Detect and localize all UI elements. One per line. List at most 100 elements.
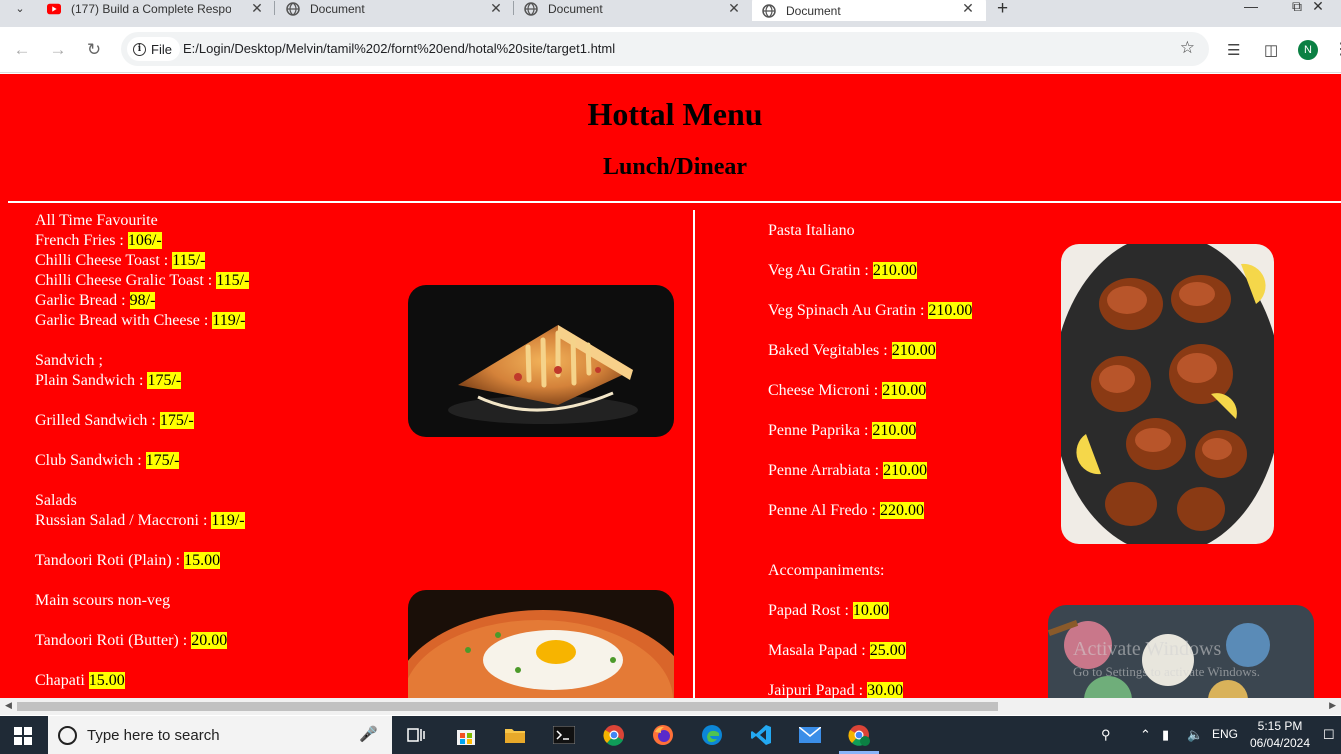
menu-item-label: Baked Vegitables :	[768, 342, 892, 359]
right-menu-item: Papad Rost : 10.00	[768, 601, 889, 621]
activate-windows-subtext: Go to Settings to activate Windows.	[1073, 664, 1260, 679]
menu-item-label: Tandoori Roti (Butter) :	[35, 632, 192, 649]
menu-item-label: Russian Salad / Maccroni :	[35, 512, 212, 529]
site-info-chip[interactable]: i File	[127, 37, 180, 61]
close-tab-icon[interactable]: ✕	[960, 0, 976, 17]
menu-item-label: Salads	[35, 492, 77, 509]
scroll-right-icon[interactable]: ▶	[1329, 700, 1336, 711]
right-menu-item: Accompaniments:	[768, 561, 884, 581]
menu-item-price: 210.00	[883, 462, 928, 479]
tab-title: Document	[310, 1, 365, 16]
new-tab-icon[interactable]: +	[997, 0, 1008, 20]
reload-icon[interactable]: ↻	[83, 39, 105, 61]
menu-item-label: Pasta Italiano	[768, 222, 855, 239]
people-icon[interactable]: ⚲	[1101, 727, 1111, 743]
bookmark-star-icon[interactable]: ☆	[1180, 38, 1195, 58]
profile-avatar[interactable]: N	[1298, 40, 1318, 60]
menu-item-label: All Time Favourite	[35, 212, 158, 229]
menu-item-price: 175/-	[147, 372, 182, 389]
side-panel-icon[interactable]: ◫	[1264, 41, 1278, 59]
battery-icon[interactable]: ▮	[1162, 727, 1169, 743]
menu-item-label: Garlic Bread :	[35, 292, 130, 309]
info-icon: i	[133, 42, 146, 56]
url-text[interactable]: E:/Login/Desktop/Melvin/tamil%202/fornt%…	[183, 41, 615, 56]
vscode-icon[interactable]	[747, 721, 775, 749]
tab-search-dropdown-icon[interactable]: ⌄	[8, 0, 32, 17]
task-view-icon[interactable]	[402, 721, 430, 749]
chrome-icon[interactable]	[600, 721, 628, 749]
menu-item-price: 15.00	[88, 672, 125, 689]
activate-windows-watermark: Activate Windows	[1073, 638, 1222, 660]
menu-item-label: Penne Arrabiata :	[768, 462, 884, 479]
menu-item-label: Jaipuri Papad :	[768, 682, 868, 698]
right-menu-item: Jaipuri Papad : 30.00	[768, 681, 904, 698]
edge-icon[interactable]	[698, 721, 726, 749]
microsoft-store-icon[interactable]	[452, 721, 480, 749]
menu-page: Hottal Menu Lunch/Dinear All Time Favour…	[0, 74, 1341, 698]
menu-item-price: 15.00	[184, 552, 221, 569]
left-menu-item: All Time Favourite	[35, 211, 158, 231]
show-hidden-icons-icon[interactable]: ⌃	[1140, 727, 1151, 743]
tandoori-chicken-image	[1061, 244, 1274, 544]
left-menu-item: Tandoori Roti (Plain) : 15.00	[35, 551, 221, 571]
right-menu-item: Masala Papad : 25.00	[768, 641, 906, 661]
menu-item-label: Tandoori Roti (Plain) :	[35, 552, 185, 569]
menu-item-price: 119/-	[212, 312, 246, 329]
back-icon[interactable]: ←	[11, 39, 33, 61]
right-menu-item: Penne Paprika : 210.00	[768, 421, 917, 441]
menu-item-label: Veg Spinach Au Gratin :	[768, 302, 929, 319]
firefox-icon[interactable]	[649, 721, 677, 749]
menu-item-price: 210.00	[891, 342, 936, 359]
scrollbar-thumb[interactable]	[17, 702, 998, 711]
mail-icon[interactable]	[796, 721, 824, 749]
right-menu-item: Veg Au Gratin : 210.00	[768, 261, 917, 281]
right-menu-item: Cheese Microni : 210.00	[768, 381, 927, 401]
scroll-left-icon[interactable]: ◀	[5, 700, 12, 711]
menu-item-label: Grilled Sandwich :	[35, 412, 160, 429]
tab-strip: ⌄ (177) Build a Complete Respons ✕ Docum…	[0, 0, 1341, 27]
notification-icon[interactable]: ☐	[1323, 727, 1335, 743]
tab-youtube[interactable]: (177) Build a Complete Respons ✕	[47, 0, 265, 17]
close-tab-icon[interactable]: ✕	[488, 0, 504, 17]
menu-item-price: 220.00	[880, 502, 924, 519]
tab-document-active[interactable]: Document ✕	[752, 0, 986, 21]
microphone-icon[interactable]: 🎤	[359, 725, 378, 743]
menu-item-label: Main scours non-veg	[35, 592, 171, 609]
left-menu-item: Chapati 15.00	[35, 671, 125, 691]
clock-time: 5:15 PM	[1257, 719, 1303, 733]
menu-item-price: 119/-	[211, 512, 245, 529]
chrome-active-icon[interactable]	[839, 721, 879, 754]
close-window-icon[interactable]: ✕	[1295, 0, 1341, 15]
windows-start-icon[interactable]	[14, 727, 32, 745]
menu-item-price: 98/-	[129, 292, 156, 309]
left-menu-item: Chilli Cheese Toast : 115/-	[35, 251, 206, 271]
left-menu-item: Garlic Bread : 98/-	[35, 291, 156, 311]
volume-icon[interactable]: 🔈	[1187, 727, 1203, 743]
menu-item-label: Sandvich ;	[35, 352, 103, 369]
menu-item-price: 175/-	[159, 412, 194, 429]
media-control-icon[interactable]: ☰	[1227, 41, 1240, 59]
file-explorer-icon[interactable]	[501, 721, 529, 749]
menu-kebab-icon[interactable]: ⋮	[1333, 39, 1341, 59]
minimize-icon[interactable]: —	[1228, 0, 1274, 14]
tab-document-1[interactable]: Document ✕	[286, 0, 504, 17]
divider	[8, 201, 1341, 203]
horizontal-scrollbar[interactable]: ◀ ▶	[0, 698, 1341, 715]
forward-icon[interactable]: →	[47, 39, 69, 61]
tab-separator	[274, 1, 275, 15]
right-menu-item: Veg Spinach Au Gratin : 210.00	[768, 301, 973, 321]
close-tab-icon[interactable]: ✕	[249, 0, 265, 17]
menu-item-price: 210.00	[882, 382, 927, 399]
left-menu-item: Garlic Bread with Cheese : 119/-	[35, 311, 246, 331]
menu-item-label: Chapati	[35, 672, 89, 689]
browser-toolbar: ← → ↻ i File E:/Login/Desktop/Melvin/tam…	[0, 27, 1341, 73]
page-subtitle: Lunch/Dinear	[602, 154, 748, 180]
taskbar-search-box[interactable]: Type here to search 🎤	[48, 716, 392, 754]
address-bar[interactable]: i File E:/Login/Desktop/Melvin/tamil%202…	[121, 32, 1209, 66]
clock[interactable]: 5:15 PM 06/04/2024	[1240, 718, 1320, 752]
tab-document-2[interactable]: Document ✕	[524, 0, 742, 17]
language-indicator[interactable]: ENG	[1212, 727, 1238, 741]
terminal-icon[interactable]	[550, 721, 578, 749]
close-tab-icon[interactable]: ✕	[726, 0, 742, 17]
menu-item-price: 20.00	[191, 632, 228, 649]
